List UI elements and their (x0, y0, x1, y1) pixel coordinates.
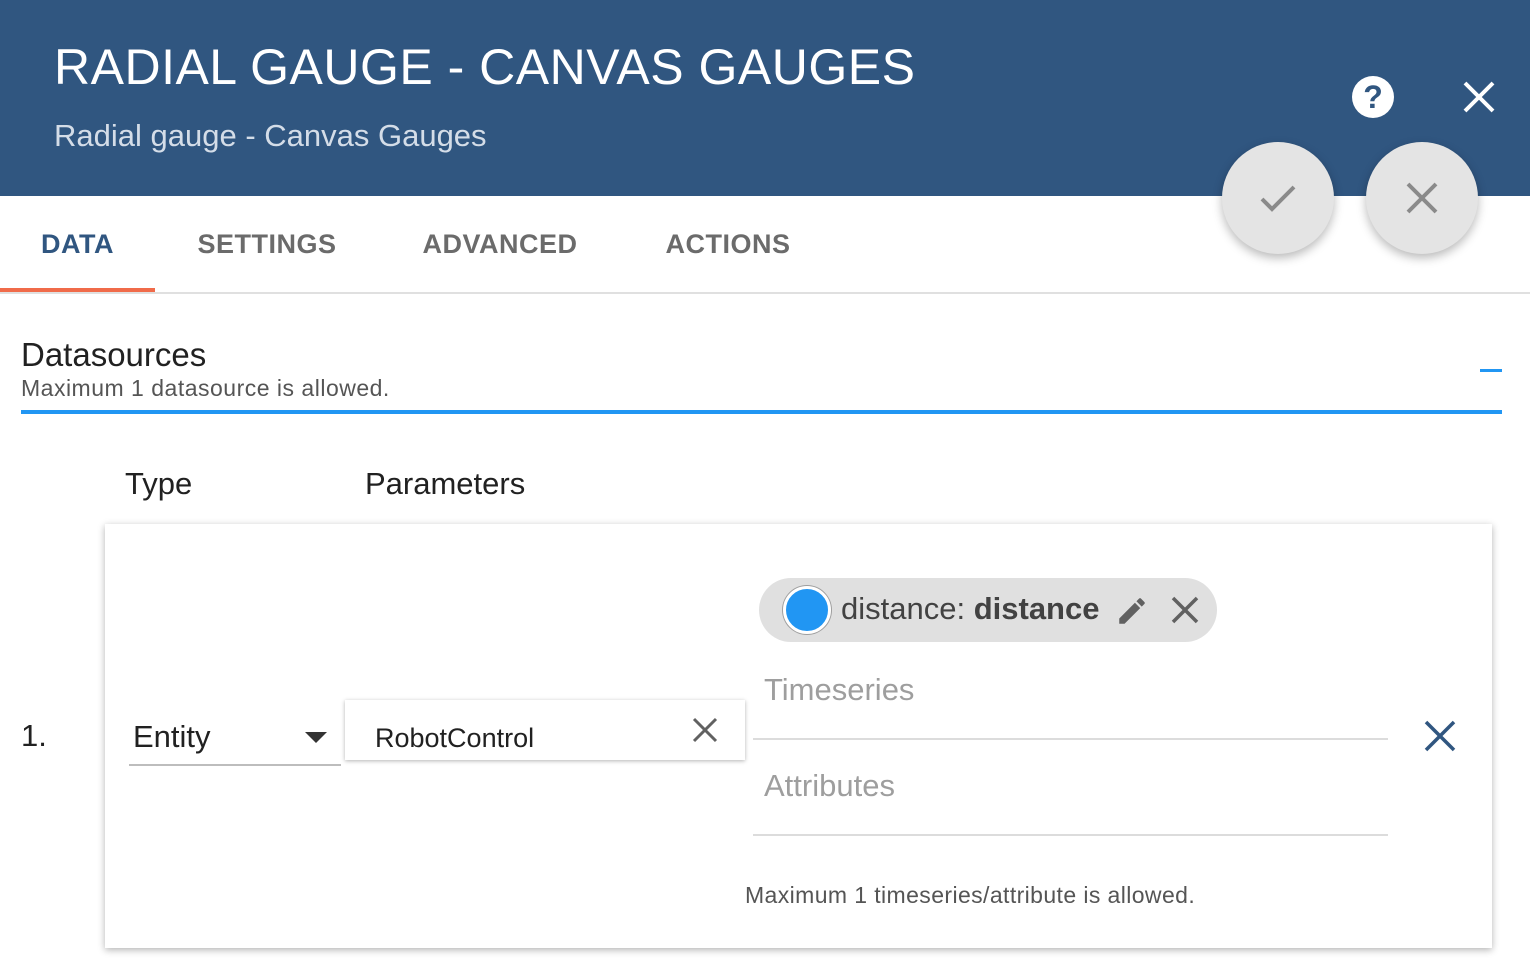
datasources-title: Datasources (21, 336, 207, 373)
minus-icon[interactable] (1480, 369, 1502, 372)
data-key-text: distance: distance (841, 591, 1099, 627)
datasources-hint: Maximum 1 datasource is allowed. (21, 375, 390, 401)
section-divider (21, 410, 1502, 414)
dropdown-arrow-icon (305, 732, 327, 743)
timeseries-input[interactable]: Timeseries (753, 672, 1388, 740)
close-icon[interactable] (1456, 74, 1502, 120)
column-header-parameters: Parameters (365, 466, 526, 501)
tab-indicator (0, 288, 155, 292)
dialog-title: RADIAL GAUGE - CANVAS GAUGES (54, 39, 916, 95)
entity-autocomplete[interactable]: RobotControl (345, 700, 745, 760)
datasource-type-value: Entity (133, 719, 211, 754)
data-key-label: distance (841, 591, 957, 626)
remove-datasource-icon[interactable] (1422, 718, 1458, 754)
data-key-chip[interactable]: distance: distance (759, 578, 1217, 642)
help-icon[interactable]: ? (1352, 76, 1394, 118)
edit-icon[interactable] (1115, 594, 1149, 628)
datasource-type-select[interactable]: Entity (129, 708, 341, 766)
keys-hint: Maximum 1 timeseries/attribute is allowe… (745, 882, 1196, 908)
dialog-subtitle: Radial gauge - Canvas Gauges (54, 118, 487, 153)
tab-actions[interactable]: ACTIONS (648, 196, 808, 292)
entity-value: RobotControl (375, 723, 535, 753)
tab-bar: DATA SETTINGS ADVANCED ACTIONS (0, 196, 1530, 294)
data-key-color-dot[interactable] (783, 586, 831, 634)
remove-key-icon[interactable] (1169, 594, 1201, 626)
tab-advanced[interactable]: ADVANCED (400, 196, 600, 292)
tab-data[interactable]: DATA (0, 196, 155, 292)
attributes-input[interactable]: Attributes (753, 768, 1388, 836)
datasource-index: 1. (21, 718, 47, 753)
data-key-separator: : (956, 591, 974, 626)
timeseries-placeholder: Timeseries (764, 672, 915, 707)
attributes-placeholder: Attributes (764, 768, 895, 803)
tab-settings[interactable]: SETTINGS (172, 196, 362, 292)
clear-icon[interactable] (691, 716, 719, 744)
column-header-type: Type (125, 466, 193, 501)
data-key-name: distance (973, 591, 1100, 626)
